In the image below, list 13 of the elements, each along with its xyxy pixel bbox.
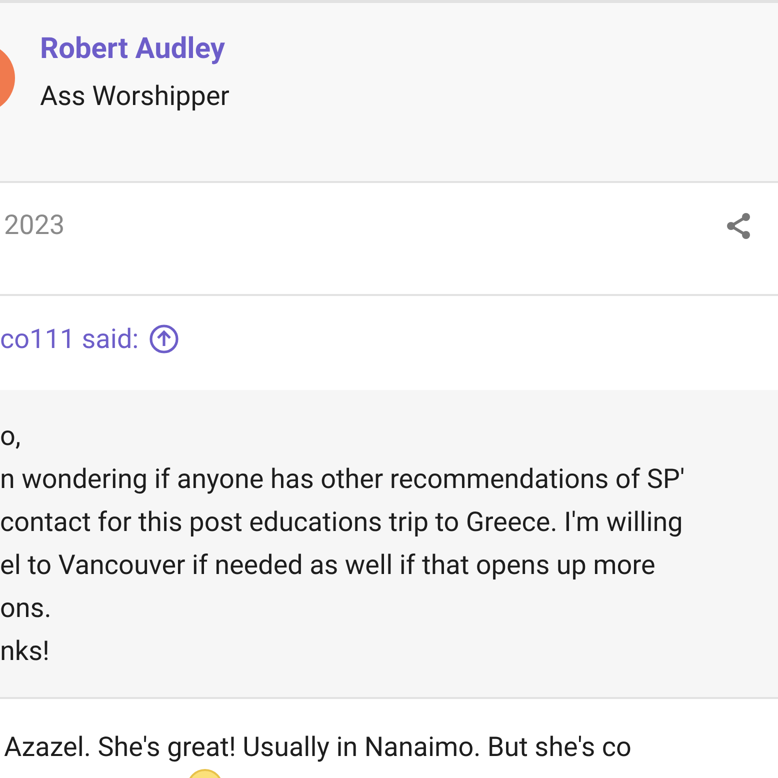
share-icon[interactable]: [726, 212, 752, 240]
jump-up-icon[interactable]: [148, 324, 179, 354]
quote-line: ons.: [0, 591, 52, 626]
post-text: Azazel. She's great! Usually in Nanaimo. But she's co: [3, 731, 632, 763]
quote-line: n wondering if anyone has other recommendations of SP': [0, 462, 686, 497]
quote-line: contact for this post educations trip to Greece. I'm willing: [0, 505, 684, 540]
quote-line: o,: [0, 419, 22, 454]
quote-line: el to Vancouver if needed as well if that opens up more: [0, 548, 656, 583]
quote-attribution[interactable]: co111 said:: [0, 318, 179, 360]
quote-line: nks!: [0, 634, 50, 669]
post-date[interactable]: 2023: [0, 205, 65, 246]
author-name[interactable]: Robert Audley: [40, 31, 778, 67]
user-title: Ass Worshipper: [40, 79, 230, 114]
